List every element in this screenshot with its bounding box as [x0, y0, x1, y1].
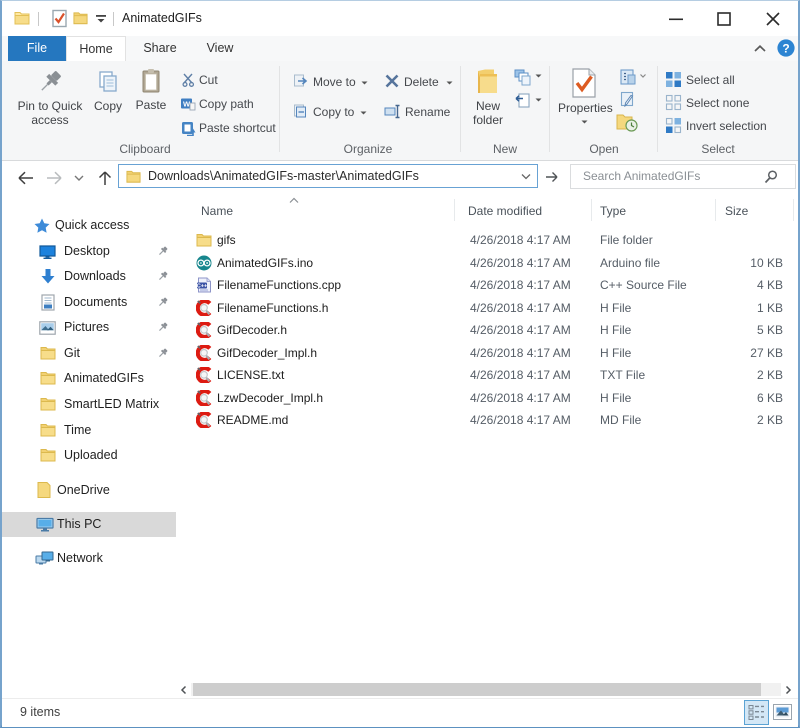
svg-text:?: ?	[782, 41, 789, 55]
svg-text:C++: C++	[197, 283, 207, 289]
